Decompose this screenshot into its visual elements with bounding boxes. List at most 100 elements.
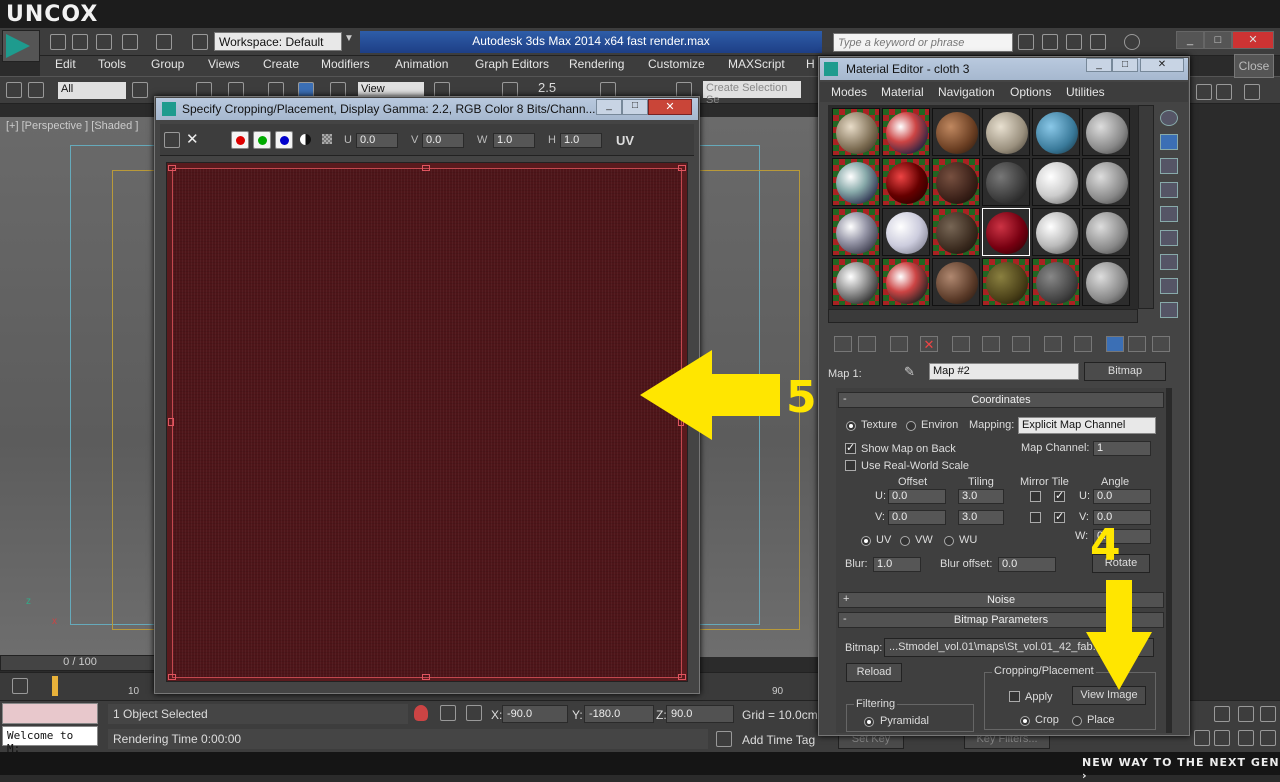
y-coord-field[interactable]: -180.0 xyxy=(584,705,654,723)
close-window-button[interactable]: ✕ xyxy=(1232,31,1274,49)
put-to-library-icon[interactable] xyxy=(1012,336,1030,352)
sample-slot[interactable] xyxy=(882,108,930,156)
sample-slot[interactable] xyxy=(982,258,1030,306)
wu-radio[interactable] xyxy=(944,536,954,546)
show-shaded-material-icon[interactable] xyxy=(1074,336,1092,352)
med-close-button[interactable]: ✕ xyxy=(1140,58,1184,72)
copy-material-icon[interactable] xyxy=(952,336,970,352)
video-color-check-icon[interactable] xyxy=(1160,206,1178,222)
sample-slot[interactable] xyxy=(1082,258,1130,306)
menu-customize[interactable]: Customize xyxy=(648,57,705,71)
clear-icon[interactable]: ✕ xyxy=(186,130,199,148)
tiling-u-field[interactable]: 3.0 xyxy=(958,489,1004,504)
material-map-navigator-icon[interactable] xyxy=(1160,302,1178,318)
sample-slot[interactable] xyxy=(982,158,1030,206)
orbit-icon[interactable] xyxy=(1238,730,1254,746)
sample-type-icon[interactable] xyxy=(1160,110,1178,126)
workspace-dropdown[interactable]: Workspace: Default xyxy=(214,32,342,51)
slots-vertical-scrollbar[interactable] xyxy=(1138,105,1154,309)
print-icon[interactable] xyxy=(164,132,180,148)
sample-slot[interactable] xyxy=(882,158,930,206)
menu-help[interactable]: H xyxy=(806,57,815,71)
save-file-icon[interactable] xyxy=(96,34,112,50)
viewport-label[interactable]: [+] [Perspective ] [Shaded ] xyxy=(6,120,138,132)
reset-map-icon[interactable]: ✕ xyxy=(920,336,938,352)
zoom-region-icon[interactable] xyxy=(1238,706,1254,722)
open-file-icon[interactable] xyxy=(72,34,88,50)
add-time-tag[interactable]: Add Time Tag xyxy=(742,733,815,747)
bind-space-warp-icon[interactable] xyxy=(28,82,44,98)
render-setup-icon[interactable] xyxy=(1196,84,1212,100)
isolate-selection-icon[interactable] xyxy=(414,705,428,721)
sample-slot[interactable] xyxy=(1082,108,1130,156)
get-material-icon[interactable] xyxy=(834,336,852,352)
uv-toggle[interactable]: UV xyxy=(616,133,634,148)
tile-u-checkbox[interactable] xyxy=(1054,489,1065,502)
sample-slot[interactable] xyxy=(832,108,880,156)
maxscript-input[interactable]: Welcome to M: xyxy=(2,726,98,755)
named-selection-set-input[interactable]: Create Selection Se xyxy=(703,81,801,106)
maximize-viewport-icon[interactable] xyxy=(1260,730,1276,746)
sample-slot[interactable] xyxy=(932,258,980,306)
sample-slot[interactable] xyxy=(932,108,980,156)
texture-radio[interactable] xyxy=(846,421,856,431)
x-coord-field[interactable]: -90.0 xyxy=(502,705,568,723)
mirror-v-checkbox[interactable] xyxy=(1030,512,1041,523)
mapping-dropdown[interactable]: Explicit Map Channel xyxy=(1018,417,1156,434)
new-file-icon[interactable] xyxy=(50,34,66,50)
menu-animation[interactable]: Animation xyxy=(395,57,448,71)
med-menu-utilities[interactable]: Utilities xyxy=(1066,85,1105,99)
crop-handle-top-left[interactable] xyxy=(168,165,176,171)
crop-handle-left[interactable] xyxy=(168,418,174,426)
tiling-v-field[interactable]: 3.0 xyxy=(958,510,1004,525)
binoculars-icon[interactable] xyxy=(1018,34,1034,50)
green-channel-button[interactable] xyxy=(253,131,271,149)
redo-icon[interactable] xyxy=(156,34,172,50)
star-icon[interactable] xyxy=(1090,34,1106,50)
menu-rendering[interactable]: Rendering xyxy=(569,57,624,71)
link-icon[interactable] xyxy=(6,82,22,98)
med-minimize-button[interactable]: _ xyxy=(1086,58,1112,72)
sample-slot[interactable] xyxy=(832,258,880,306)
show-end-result-icon[interactable] xyxy=(1106,336,1124,352)
assign-material-icon[interactable] xyxy=(890,336,908,352)
reload-button[interactable]: Reload xyxy=(846,663,902,682)
key-icon[interactable] xyxy=(1066,34,1082,50)
sample-slot[interactable] xyxy=(932,208,980,256)
red-channel-button[interactable] xyxy=(231,131,249,149)
make-unique-icon[interactable] xyxy=(982,336,1000,352)
menu-create[interactable]: Create xyxy=(263,57,299,71)
zoom-extents-icon[interactable] xyxy=(1214,706,1230,722)
v-field[interactable]: 0.0 xyxy=(422,133,464,148)
place-radio[interactable] xyxy=(1072,716,1082,726)
maximize-button[interactable]: □ xyxy=(1204,31,1232,49)
crop-handle-top-right[interactable] xyxy=(678,165,686,171)
dialog-maximize-button[interactable]: □ xyxy=(622,99,648,115)
project-folder-icon[interactable] xyxy=(192,34,208,50)
sample-slot[interactable] xyxy=(1032,208,1080,256)
play-icon[interactable] xyxy=(1194,730,1210,746)
time-slider-marker[interactable] xyxy=(52,676,58,696)
field-of-view-icon[interactable] xyxy=(1260,706,1276,722)
menu-views[interactable]: Views xyxy=(208,57,240,71)
sample-uv-tiling-icon[interactable] xyxy=(1160,182,1178,198)
menu-edit[interactable]: Edit xyxy=(55,57,76,71)
help-icon[interactable] xyxy=(1124,34,1140,50)
vw-radio[interactable] xyxy=(900,536,910,546)
slots-horizontal-scrollbar[interactable] xyxy=(828,309,1138,323)
cloth-texture-image[interactable] xyxy=(172,168,682,678)
sample-slot[interactable] xyxy=(1032,258,1080,306)
mirror-u-checkbox[interactable] xyxy=(1030,491,1041,502)
time-tag-icon[interactable] xyxy=(716,731,732,747)
menu-modifiers[interactable]: Modifiers xyxy=(321,57,370,71)
rollout-scrollbar[interactable] xyxy=(1166,388,1172,733)
med-menu-modes[interactable]: Modes xyxy=(831,85,867,99)
close-button[interactable]: Close xyxy=(1234,54,1274,78)
sample-slot[interactable] xyxy=(932,158,980,206)
sample-slot[interactable] xyxy=(982,108,1030,156)
coordinates-rollout-header[interactable]: - Coordinates xyxy=(838,392,1164,408)
uv-radio[interactable] xyxy=(861,536,871,546)
go-forward-sibling-icon[interactable] xyxy=(1152,336,1170,352)
offset-v-field[interactable]: 0.0 xyxy=(888,510,946,525)
sample-slot[interactable] xyxy=(882,258,930,306)
